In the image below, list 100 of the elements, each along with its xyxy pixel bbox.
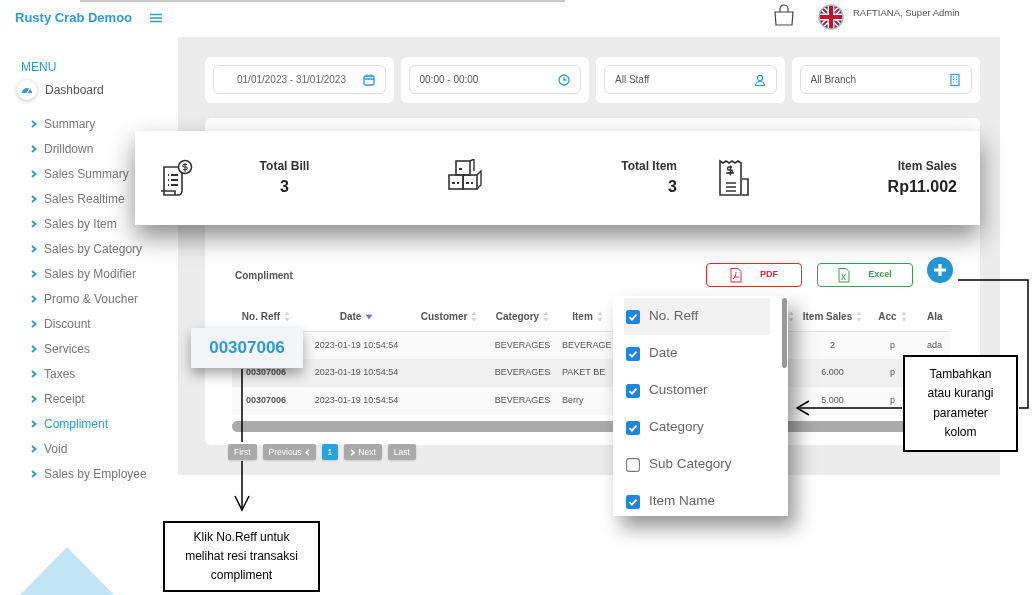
checkbox[interactable] xyxy=(626,457,640,472)
chevron-icon xyxy=(31,420,37,428)
sidebar-item[interactable]: Summary xyxy=(15,111,96,137)
table-cell: p xyxy=(890,367,895,378)
menu-item[interactable]: Sub Category xyxy=(624,446,770,483)
checkbox[interactable] xyxy=(626,309,640,324)
table-cell: 2023-01-19 10:54:54 xyxy=(314,367,399,378)
table-cell: ada xyxy=(927,339,943,350)
dashboard-link[interactable]: Dashboard xyxy=(45,80,104,99)
chevron-icon xyxy=(31,470,37,478)
chevron-icon xyxy=(31,145,37,153)
table-cell: 2023-01-19 10:54:54 xyxy=(314,339,399,350)
plus-icon xyxy=(927,257,953,283)
chevron-icon xyxy=(31,170,37,178)
branch-field[interactable]: All Branch xyxy=(799,65,972,94)
sidebar-item[interactable]: Sales by Modifier xyxy=(15,261,137,287)
stat-value: Rp11.002 xyxy=(886,177,957,197)
sort-descending-icon[interactable] xyxy=(365,313,374,320)
stat-value: 3 xyxy=(279,177,290,197)
column-header[interactable]: Item Sales xyxy=(802,309,853,325)
table-cell: PAKET BE xyxy=(562,367,606,378)
stat-label: Total Bill xyxy=(258,158,311,175)
page-button[interactable]: 1 xyxy=(321,444,339,460)
stat-label: Item Sales xyxy=(896,158,957,175)
table-cell: BEVERAGE xyxy=(562,339,612,350)
checkbox[interactable] xyxy=(626,346,640,361)
sidebar-item[interactable]: Promo & Voucher xyxy=(15,286,139,312)
menu-item[interactable]: Date xyxy=(624,335,770,372)
menu-item[interactable]: Customer xyxy=(624,372,770,409)
calendar-icon xyxy=(362,73,375,86)
table-cell: 6.000 xyxy=(821,367,844,378)
sidebar-item[interactable]: Taxes xyxy=(15,361,76,387)
staff-field[interactable]: All Staff xyxy=(604,65,777,94)
chevron-icon xyxy=(31,320,37,328)
pdf-file-icon xyxy=(730,267,742,283)
sidebar-item[interactable]: Sales Realtime xyxy=(15,186,125,212)
table-cell: 5.000 xyxy=(821,395,844,406)
column-header[interactable]: Ala xyxy=(927,309,943,325)
time-range-field[interactable]: 00:00 - 00:00 xyxy=(408,65,581,94)
sidebar-item[interactable]: Services xyxy=(15,336,90,362)
user-name[interactable]: RAFTIANA, Super Admin xyxy=(853,6,960,21)
menu-item[interactable]: Item Name xyxy=(624,483,770,520)
shopping-bag-icon[interactable] xyxy=(773,4,795,26)
sidebar-item[interactable]: Compliment xyxy=(15,411,109,437)
chevron-icon xyxy=(31,295,37,303)
column-header[interactable]: Customer xyxy=(420,309,468,325)
brand-name: Rusty Crab Demoo xyxy=(15,9,133,27)
sidebar-item[interactable]: Drilldown xyxy=(15,136,94,162)
sidebar-item[interactable]: Sales by Category xyxy=(15,236,143,262)
chevron-right-icon xyxy=(350,448,356,456)
menu-item[interactable]: No. Reff xyxy=(624,298,770,335)
column-header[interactable]: No. Reff xyxy=(241,309,281,325)
clock-icon xyxy=(558,73,570,86)
chevron-left-icon xyxy=(304,448,310,456)
report-title: Compliment xyxy=(235,268,293,283)
chevron-icon xyxy=(31,120,37,128)
date-range-field[interactable]: 01/01/2023 - 31/01/2023 xyxy=(213,65,386,94)
chevron-icon xyxy=(31,345,37,353)
gauge-icon xyxy=(17,79,37,100)
column-header[interactable]: Date xyxy=(339,309,362,325)
sidebar-item[interactable]: Sales Summary xyxy=(15,161,129,187)
column-header[interactable]: Acc xyxy=(878,309,897,325)
annotation-note: Klik No.Reff untuk melihat resi transaksi compliment xyxy=(163,521,320,592)
menu-item[interactable]: Category xyxy=(624,409,770,446)
person-icon xyxy=(753,73,766,86)
annotation-note: Tambahkan atau kurangi parameter kolom xyxy=(903,355,1018,452)
pdf-button[interactable]: PDF xyxy=(706,263,802,287)
checkbox[interactable] xyxy=(626,420,640,435)
stat-value: 3 xyxy=(667,177,677,197)
building-icon xyxy=(949,73,961,86)
sidebar-item[interactable]: Discount xyxy=(15,311,91,337)
sidebar-item[interactable]: Sales by Item xyxy=(15,211,117,237)
table-cell: Berry xyxy=(562,395,584,406)
menu-icon[interactable] xyxy=(150,12,162,23)
magnified-reference: 00307006 xyxy=(191,328,303,368)
chevron-icon xyxy=(31,395,37,403)
flag-icon[interactable] xyxy=(818,4,844,30)
chevron-icon xyxy=(31,195,37,203)
spreadsheet-file-icon xyxy=(838,267,851,283)
sidebar-item[interactable]: Receipt xyxy=(15,386,85,412)
table-cell: BEVERAGES xyxy=(494,395,551,406)
column-header[interactable]: Item xyxy=(572,309,593,325)
sidebar-item[interactable]: Sales by Employee xyxy=(15,461,147,487)
chevron-icon xyxy=(31,220,37,228)
sidebar-item[interactable]: Void xyxy=(15,436,68,462)
reference-link[interactable]: 00307006 xyxy=(245,395,286,406)
chevron-icon xyxy=(31,370,37,378)
excel-button[interactable]: Excel xyxy=(817,263,913,287)
menu-scrollbar[interactable] xyxy=(782,298,787,368)
menu-heading: MENU xyxy=(21,58,58,76)
table-cell: p xyxy=(890,395,895,406)
table-cell: 2023-01-19 10:54:54 xyxy=(314,395,399,406)
table-cell: BEVERAGES xyxy=(494,367,551,378)
chevron-icon xyxy=(31,445,37,453)
column-header[interactable]: Category xyxy=(495,309,540,325)
stat-label: Total Item xyxy=(620,158,677,175)
checkbox[interactable] xyxy=(626,383,640,398)
table-cell: BEVERAGES xyxy=(494,339,551,350)
reference-link[interactable]: 00307006 xyxy=(245,367,286,378)
checkbox[interactable] xyxy=(626,494,640,509)
